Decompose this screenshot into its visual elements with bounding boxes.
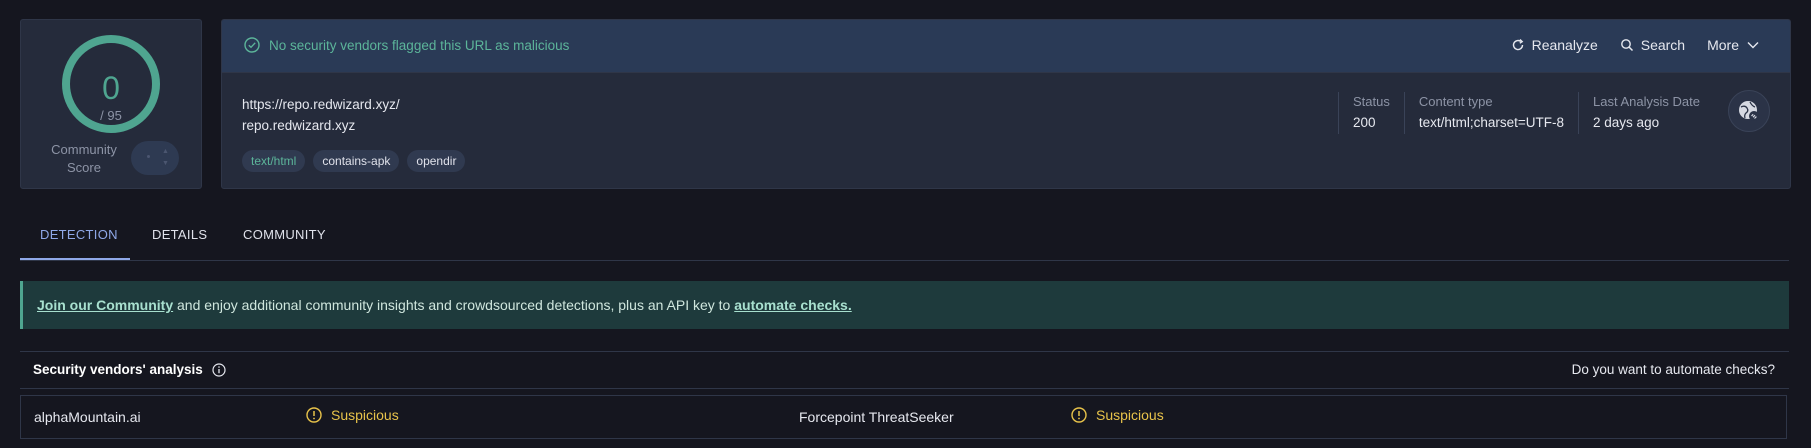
tab-details[interactable]: DETAILS [152, 227, 207, 242]
vendor-verdict-2: Suspicious [1071, 407, 1164, 423]
tab-detection[interactable]: DETECTION [40, 227, 118, 242]
meta-status: Status 200 [1338, 92, 1404, 134]
search-button[interactable]: Search [1620, 37, 1685, 53]
url-summary-card: No security vendors flagged this URL as … [221, 19, 1791, 189]
reanalyze-label: Reanalyze [1531, 37, 1598, 53]
upvote-icon[interactable]: ▲ [162, 148, 169, 155]
refresh-icon [1512, 38, 1523, 51]
chevron-down-icon [1747, 42, 1759, 49]
community-banner: Join our Community and enjoy additional … [20, 281, 1789, 329]
url-globe-icon [1728, 90, 1770, 132]
summary-header: No security vendors flagged this URL as … [222, 20, 1790, 73]
check-circle-icon [244, 37, 260, 53]
status-label: Status [1353, 94, 1390, 109]
score-ring: 0 / 95 [61, 34, 161, 134]
community-score-label: Community Score [51, 142, 117, 175]
more-label: More [1707, 37, 1739, 53]
automate-checks-link[interactable]: automate checks. [734, 297, 852, 313]
meta-content-type: Content type text/html;charset=UTF-8 [1403, 92, 1578, 134]
verdict-label-2: Suspicious [1096, 407, 1164, 423]
tag-text-html[interactable]: text/html [242, 150, 306, 172]
warning-icon [1071, 407, 1087, 423]
last-analysis-value: 2 days ago [1593, 115, 1660, 130]
vendor-verdict: Suspicious [306, 407, 399, 423]
content-type-label: Content type [1418, 94, 1493, 109]
table-row: alphaMountain.ai Suspicious Forcepoint T… [20, 395, 1787, 439]
search-icon [1620, 39, 1633, 52]
detection-score: 0 [102, 70, 120, 106]
vendors-title-text: Security vendors' analysis [33, 362, 203, 377]
last-analysis-label: Last Analysis Date [1593, 94, 1700, 109]
community-vote-control[interactable]: ▲ ▼ [131, 141, 179, 175]
automate-checks-prompt[interactable]: Do you want to automate checks? [1572, 362, 1775, 377]
reanalyze-button[interactable]: Reanalyze [1511, 37, 1598, 53]
result-tabs: DETECTION DETAILS COMMUNITY [20, 213, 1789, 261]
vote-dot [147, 155, 150, 158]
more-button[interactable]: More [1707, 37, 1766, 53]
join-community-link[interactable]: Join our Community [37, 297, 173, 313]
vendor-name: alphaMountain.ai [34, 409, 141, 425]
tab-community[interactable]: COMMUNITY [243, 227, 326, 242]
warning-icon [306, 407, 322, 423]
clean-status: No security vendors flagged this URL as … [244, 37, 569, 53]
community-score-card: 0 / 95 Community Score ▲ ▼ [20, 19, 202, 189]
banner-text: and enjoy additional community insights … [173, 297, 735, 313]
vendors-header: Security vendors' analysis Do you want t… [20, 351, 1789, 389]
header-actions: Reanalyze Search More [1489, 37, 1766, 53]
search-label: Search [1640, 37, 1686, 53]
analyzed-host[interactable]: repo.redwizard.xyz [242, 115, 400, 136]
analyzed-url[interactable]: https://repo.redwizard.xyz/ [242, 94, 400, 115]
meta-info: Status 200 Content type text/html;charse… [1338, 92, 1714, 134]
detection-total: / 95 [100, 108, 122, 123]
tag-opendir[interactable]: opendir [407, 150, 466, 172]
content-type-value: text/html;charset=UTF-8 [1418, 115, 1565, 130]
downvote-icon[interactable]: ▼ [162, 160, 169, 167]
url-block: https://repo.redwizard.xyz/ repo.redwiza… [242, 94, 400, 136]
verdict-label: Suspicious [331, 407, 399, 423]
meta-last-analysis: Last Analysis Date 2 days ago [1578, 92, 1714, 134]
active-tab-indicator [20, 258, 130, 260]
vendors-title: Security vendors' analysis [33, 362, 226, 377]
tag-contains-apk[interactable]: contains-apk [313, 150, 400, 172]
clean-status-text: No security vendors flagged this URL as … [269, 37, 570, 53]
vendor-name-2: Forcepoint ThreatSeeker [799, 409, 954, 425]
info-icon[interactable] [212, 362, 226, 377]
status-value: 200 [1353, 115, 1376, 130]
tag-list: text/html contains-apk opendir [242, 150, 473, 172]
